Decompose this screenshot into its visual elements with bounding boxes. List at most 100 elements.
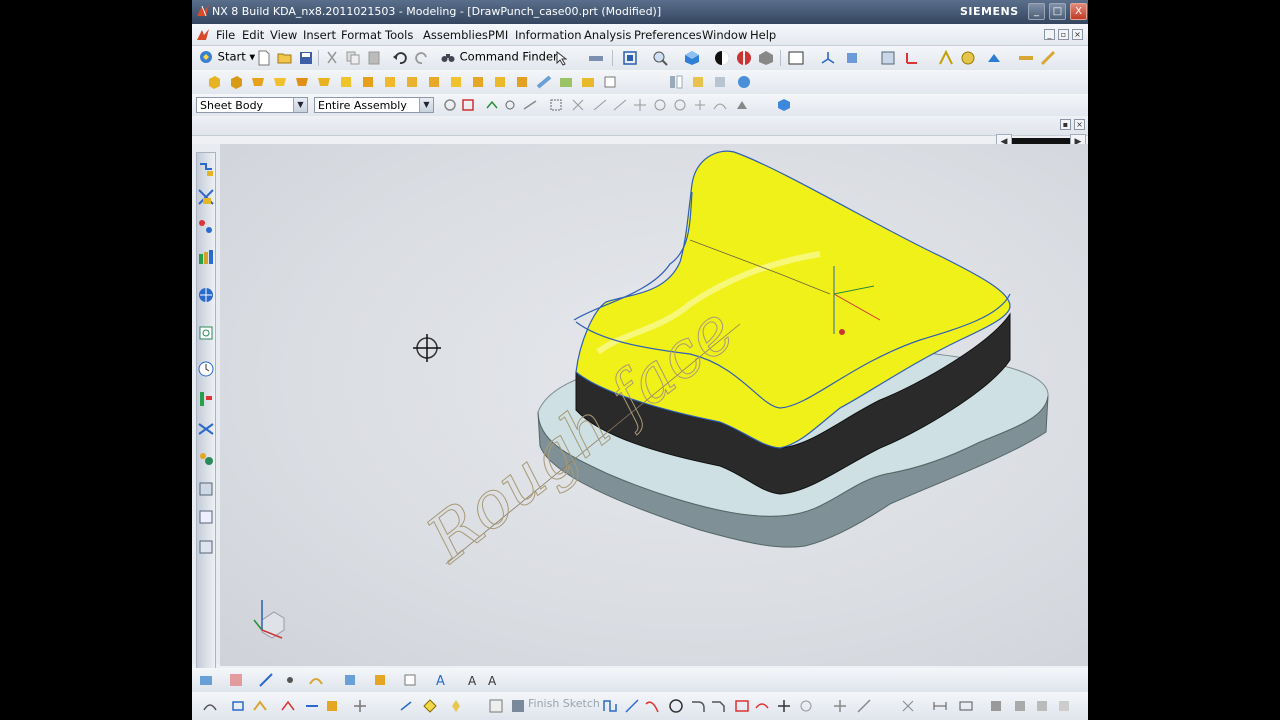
history-icon[interactable]: [197, 324, 215, 342]
menu-view[interactable]: View: [270, 28, 297, 42]
snap-face-icon[interactable]: [734, 97, 750, 113]
line-icon[interactable]: [624, 698, 640, 714]
copy-icon[interactable]: [345, 50, 361, 66]
snap-arc-center-icon[interactable]: [652, 97, 668, 113]
select-face-icon[interactable]: [502, 97, 518, 113]
quick-trim-icon[interactable]: [832, 698, 848, 714]
hd3d-tools-icon[interactable]: [197, 390, 215, 408]
polygon-icon[interactable]: [754, 698, 770, 714]
snap-curve-icon[interactable]: [712, 97, 728, 113]
assembly-navigator-icon[interactable]: [197, 160, 215, 178]
make-corner-icon[interactable]: [900, 698, 916, 714]
analysis-icon[interactable]: [938, 50, 954, 66]
intersection-curve-icon[interactable]: [372, 672, 388, 688]
reuse-library-icon[interactable]: [197, 248, 215, 266]
cone-icon[interactable]: [426, 74, 442, 90]
edge-blend-icon[interactable]: [536, 74, 552, 90]
slot-icon[interactable]: [338, 74, 354, 90]
offset-icon[interactable]: [798, 698, 814, 714]
manufacturing-wizards-icon[interactable]: [197, 508, 215, 526]
sketch-options-icon[interactable]: [1056, 698, 1072, 714]
menu-format[interactable]: Format: [341, 28, 382, 42]
arc-icon[interactable]: [644, 698, 660, 714]
sketch-icon[interactable]: [198, 672, 214, 688]
doc-close-button[interactable]: ×: [1072, 29, 1083, 40]
circle-icon[interactable]: [668, 698, 684, 714]
orient-icon[interactable]: [398, 698, 414, 714]
shaded-view-icon[interactable]: [684, 50, 700, 66]
start-button[interactable]: Start ▾: [198, 49, 255, 65]
cylinder-icon[interactable]: [404, 74, 420, 90]
pad-icon[interactable]: [316, 74, 332, 90]
intersect-icon[interactable]: [514, 74, 530, 90]
split-body-icon[interactable]: [712, 74, 728, 90]
pin-icon[interactable]: [448, 698, 464, 714]
select-body-icon[interactable]: [484, 97, 500, 113]
text-icon[interactable]: A: [434, 672, 450, 688]
dock-option-button[interactable]: ▪: [1060, 119, 1071, 130]
groove-icon[interactable]: [360, 74, 376, 90]
doc-restore-button[interactable]: ▫: [1058, 29, 1069, 40]
wcs-icon[interactable]: [820, 50, 836, 66]
layer-icon[interactable]: [880, 50, 896, 66]
associative-copy-icon[interactable]: [304, 698, 320, 714]
datum-axis-icon[interactable]: [258, 672, 274, 688]
annotation-icon[interactable]: A: [486, 672, 502, 688]
snap-end-icon[interactable]: [570, 97, 586, 113]
scope-dropdown[interactable]: Entire Assembly ▼: [314, 97, 434, 113]
open-icon[interactable]: [277, 50, 293, 66]
paste-icon[interactable]: [366, 50, 382, 66]
undo-icon[interactable]: [392, 50, 408, 66]
redo-icon[interactable]: [414, 50, 430, 66]
point-icon[interactable]: [282, 672, 298, 688]
fit-icon[interactable]: [622, 50, 638, 66]
maximize-button[interactable]: □: [1049, 3, 1066, 20]
sew-icon[interactable]: [736, 74, 752, 90]
snap-intersection-icon[interactable]: [632, 97, 648, 113]
project-curve-icon[interactable]: [342, 672, 358, 688]
rectangle-icon[interactable]: [734, 698, 750, 714]
background-icon[interactable]: [788, 50, 804, 66]
minimize-button[interactable]: _: [1028, 3, 1045, 20]
profile-icon[interactable]: [602, 698, 618, 714]
menu-window[interactable]: Window: [702, 28, 747, 42]
snap-quadrant-icon[interactable]: [672, 97, 688, 113]
section-view-icon[interactable]: [736, 50, 752, 66]
select-region-icon[interactable]: [548, 97, 564, 113]
orient-view-icon[interactable]: [844, 50, 860, 66]
pocket-icon[interactable]: [294, 74, 310, 90]
snap-mid-icon[interactable]: [592, 97, 608, 113]
render-style-icon[interactable]: [714, 50, 730, 66]
close-button[interactable]: X: [1070, 3, 1087, 20]
save-icon[interactable]: [298, 50, 314, 66]
boss-icon[interactable]: [272, 74, 288, 90]
edge-curve-icon[interactable]: [252, 698, 268, 714]
extrude-icon[interactable]: [206, 74, 222, 90]
pmi-icon[interactable]: [960, 50, 976, 66]
roles-icon[interactable]: [197, 450, 215, 468]
select-feature-icon[interactable]: [460, 97, 476, 113]
menu-tools[interactable]: Tools: [385, 28, 413, 42]
diamond-icon[interactable]: [422, 698, 438, 714]
dimension-icon[interactable]: [932, 698, 948, 714]
menu-insert[interactable]: Insert: [303, 28, 336, 42]
general-selection-icon[interactable]: [442, 97, 458, 113]
measure-icon[interactable]: [588, 50, 604, 66]
mirror-icon[interactable]: [668, 74, 684, 90]
display-constraints-icon[interactable]: [1012, 698, 1028, 714]
system-scenes-icon[interactable]: [197, 480, 215, 498]
menu-file[interactable]: File: [216, 28, 235, 42]
measure-distance-icon[interactable]: A: [466, 672, 482, 688]
drafting-icon[interactable]: [1040, 50, 1056, 66]
new-icon[interactable]: [256, 50, 272, 66]
menu-preferences[interactable]: Preferences: [634, 28, 702, 42]
sketch-task-icon[interactable]: [488, 698, 504, 714]
quick-extend-icon[interactable]: [856, 698, 872, 714]
menu-edit[interactable]: Edit: [242, 28, 264, 42]
ruler-icon[interactable]: [1018, 50, 1034, 66]
web-browser-icon[interactable]: [197, 286, 215, 304]
fillet-icon[interactable]: [690, 698, 706, 714]
process-studio-icon[interactable]: [197, 420, 215, 438]
pattern-icon[interactable]: [602, 74, 618, 90]
doc-minimize-button[interactable]: _: [1044, 29, 1055, 40]
